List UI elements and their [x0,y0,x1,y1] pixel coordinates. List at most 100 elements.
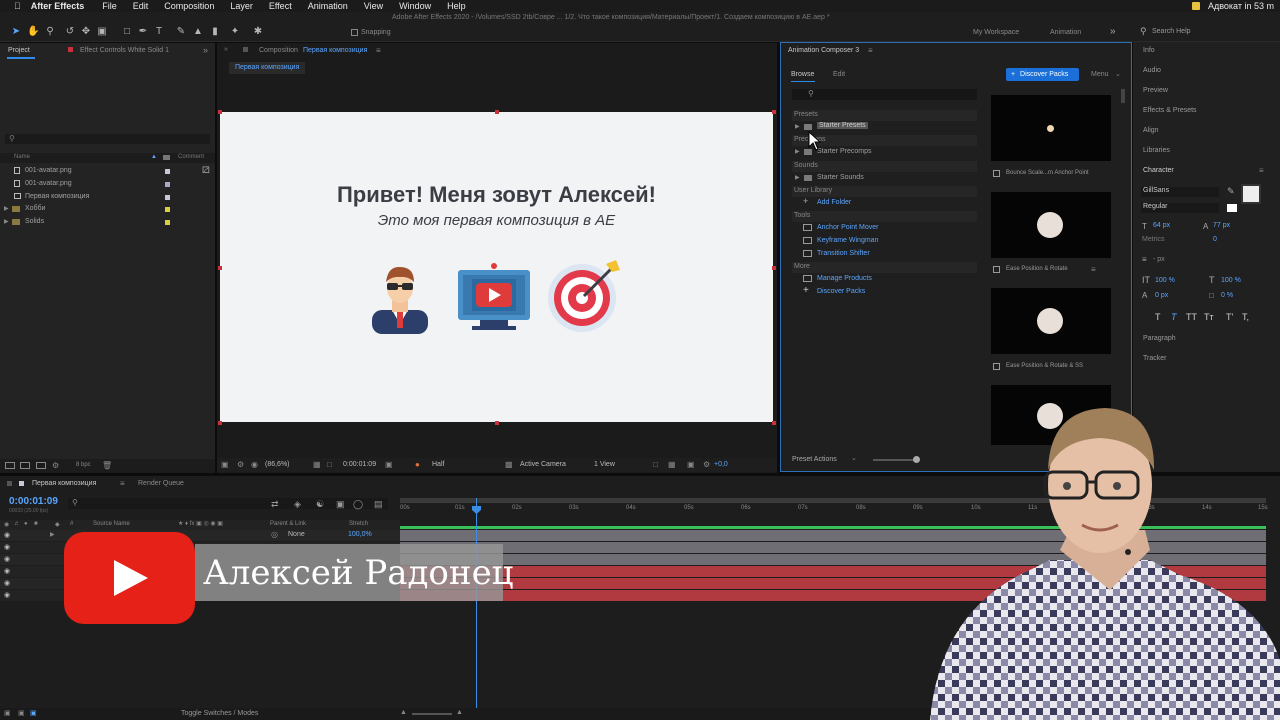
align-panel-tab[interactable]: Align [1143,127,1159,134]
switches-icons[interactable]: ★ ♦ fx ▣ ◎ ◉ ▣ [178,520,223,527]
eye-icon[interactable]: ◉ [4,567,10,575]
zoom-out-icon[interactable]: ▲ [400,709,407,716]
new-folder-icon[interactable] [20,462,30,469]
stroke-color-swatch[interactable] [1241,184,1261,204]
tab-composition[interactable]: Первая композиция [303,47,367,54]
info-panel-tab[interactable]: Info [1143,47,1155,54]
small-caps-button[interactable]: Tт [1204,312,1214,322]
new-composition-icon[interactable] [36,462,46,469]
col-name[interactable]: Name [14,154,30,160]
playhead[interactable] [476,498,477,708]
transform-handle[interactable] [218,421,222,425]
tracking-value[interactable]: 0 [1213,236,1217,243]
discover-packs-link[interactable]: Discover Packs [817,288,865,295]
toggle-switches-modes[interactable]: Toggle Switches / Modes [181,710,258,717]
chevron-right-icon[interactable]: ▶ [795,174,800,181]
parent-select[interactable]: None [288,531,305,538]
faux-bold-button[interactable]: T [1155,312,1161,322]
draft-3d-icon[interactable]: ◈ [294,499,301,510]
panel-overflow-icon[interactable]: » [224,46,228,53]
stretch-value[interactable]: 100,0% [348,531,372,538]
bpc-label[interactable]: 8 bpc [76,462,91,468]
label-swatch[interactable] [165,220,170,225]
preset-menu-icon[interactable]: ≡ [1091,265,1096,274]
calendar-icon[interactable] [1191,2,1200,10]
menu-edit[interactable]: Edit [133,1,149,11]
chevron-right-icon[interactable]: ▶ [795,148,800,155]
timeline-current-time[interactable]: 0:00:01:09 [9,496,58,507]
panel-overflow-icon[interactable]: » [203,45,208,55]
eye-icon[interactable]: ◉ [4,543,10,551]
leading-value[interactable]: 77 px [1213,222,1230,229]
manage-products-link[interactable]: Manage Products [817,275,872,282]
camera-select[interactable]: Active Camera [520,461,566,468]
preset-search-input[interactable]: ⚲ [792,89,977,100]
baseline-shift-value[interactable]: 0 px [1155,292,1168,299]
kerning-value[interactable]: Metrics [1142,236,1165,243]
project-search-input[interactable]: ⚲ [5,134,210,144]
font-family-select[interactable]: GillSans [1141,187,1219,197]
menu-view[interactable]: View [364,1,383,11]
sort-icon[interactable]: ▲ [151,154,157,160]
chevron-right-icon[interactable]: ▶ [4,218,9,225]
apple-icon[interactable]:  [14,1,21,11]
graph-editor-icon[interactable]: ▤ [374,499,383,510]
pen-tool-icon[interactable]: ✒ [137,26,149,38]
comp-breadcrumb[interactable]: Первая композиция [229,62,306,74]
paragraph-panel-tab[interactable]: Paragraph [1143,335,1176,342]
snapping-checkbox[interactable] [351,29,358,36]
chevron-right-icon[interactable]: ▶ [50,531,55,538]
chevron-right-icon[interactable]: ▶ [4,205,9,212]
menu-layer[interactable]: Layer [230,1,253,11]
label-swatch[interactable] [165,195,170,200]
label-swatch[interactable] [165,182,170,187]
eye-icon[interactable]: ◉ [4,591,10,599]
search-icon[interactable]: ⚲ [1140,26,1147,37]
audio-icon[interactable]: ♬ [14,521,20,527]
workspace-animation[interactable]: Animation [1050,29,1081,36]
fast-previews-icon[interactable]: ▩ [505,460,513,469]
tab-browse[interactable]: Browse [791,71,814,78]
clone-stamp-tool-icon[interactable]: ▲ [192,26,204,38]
orbit-tool-icon[interactable]: ✥ [80,26,92,38]
preset-thumbnail[interactable] [991,95,1111,161]
label-swatch[interactable] [165,207,170,212]
menu-file[interactable]: File [102,1,117,11]
col-stretch[interactable]: Stretch [349,521,368,527]
col-parent-link[interactable]: Parent & Link [270,521,306,527]
transform-handle[interactable] [495,110,499,114]
horizontal-scale-value[interactable]: 100 % [1221,277,1241,284]
timeline-zoom-slider[interactable] [412,713,452,715]
region-of-interest-icon[interactable]: ⚙ [237,460,244,469]
panel-menu-icon[interactable]: ≡ [1259,166,1264,175]
pixel-aspect-icon[interactable]: □ [653,460,658,469]
exposure-value[interactable]: +0,0 [714,461,728,468]
pick-whip-icon[interactable]: ◎ [271,530,278,539]
rectangle-tool-icon[interactable]: □ [121,26,133,38]
label-icon[interactable]: ◆ [55,521,60,528]
col-source-name[interactable]: Source Name [93,521,130,527]
scrollbar-thumb[interactable] [1121,89,1125,103]
exposure-reset-icon[interactable]: ⚙ [703,460,710,469]
search-help-input[interactable]: Search Help [1152,28,1191,35]
trash-icon[interactable]: 🗑 [102,461,112,470]
faux-italic-button[interactable]: T [1171,312,1177,322]
eyedropper-icon[interactable]: ✎ [1227,186,1235,197]
favorite-checkbox[interactable] [993,266,1000,273]
transform-handle[interactable] [772,110,776,114]
stroke-width-value[interactable]: - px [1153,256,1165,263]
add-folder-link[interactable]: Add Folder [817,199,851,206]
preset-thumbnail[interactable] [991,192,1111,258]
zoom-select[interactable]: (86,6%) [265,461,290,468]
selection-tool-icon[interactable]: ➤ [10,26,22,38]
camera-tool-icon[interactable]: ▣ [96,26,108,38]
snapshot-icon[interactable]: ▣ [385,460,393,469]
shy-layers-icon[interactable]: ☯ [316,499,324,510]
audio-panel-tab[interactable]: Audio [1143,67,1161,74]
project-settings-icon[interactable]: ⚙ [52,461,59,470]
transition-shifter-link[interactable]: Transition Shifter [817,250,870,257]
eye-icon[interactable]: ◉ [4,555,10,563]
tab-timeline-comp[interactable]: Первая композиция [32,480,96,487]
menu-effect[interactable]: Effect [269,1,292,11]
panel-menu-icon[interactable]: ≡ [120,479,125,488]
